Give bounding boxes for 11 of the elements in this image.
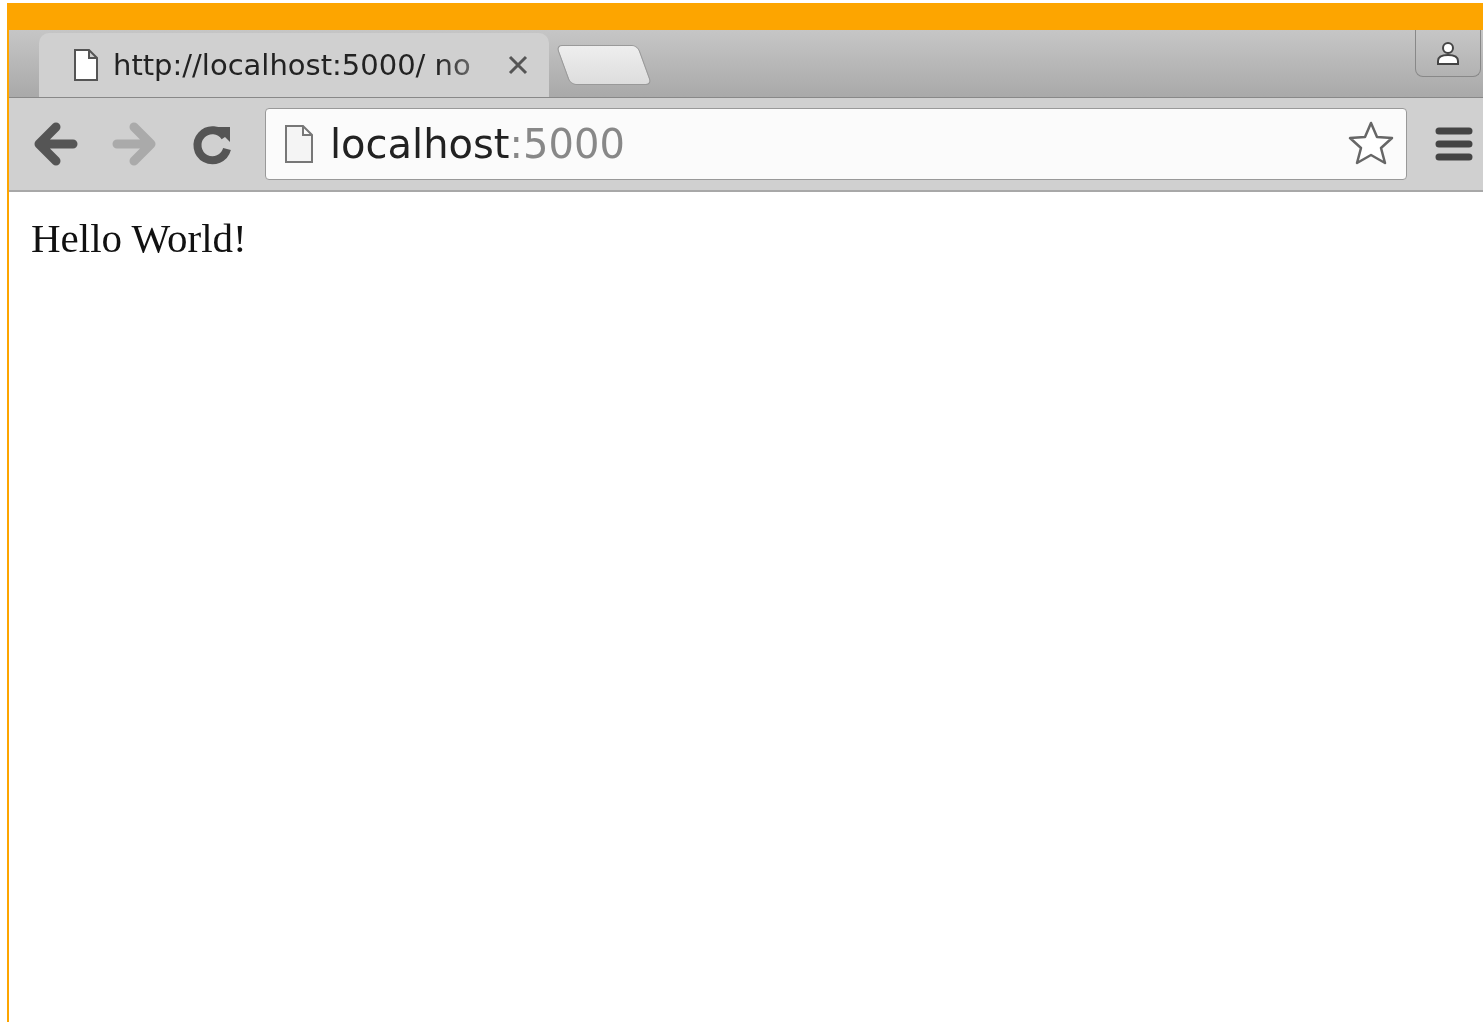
page-icon: [284, 124, 314, 164]
person-icon: [1434, 39, 1462, 67]
page-icon: [73, 48, 99, 82]
profile-button[interactable]: [1415, 30, 1481, 77]
tab-title: http://localhost:5000/ no: [113, 48, 472, 82]
browser-tab[interactable]: http://localhost:5000/ no: [39, 33, 549, 97]
address-bar[interactable]: localhost:5000: [265, 108, 1407, 180]
url-port: :5000: [509, 121, 625, 167]
page-text: Hello World!: [31, 214, 248, 262]
url-host: localhost: [330, 121, 510, 167]
close-icon[interactable]: [507, 54, 529, 76]
